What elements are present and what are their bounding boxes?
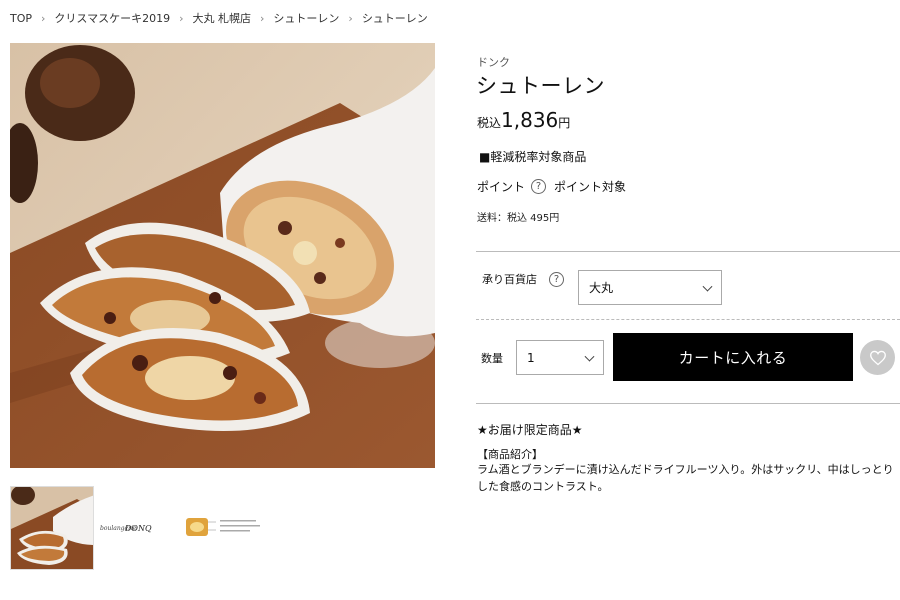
breadcrumb-separator: › <box>348 11 353 25</box>
breadcrumb-christmas-cake[interactable]: クリスマスケーキ2019 <box>54 10 170 26</box>
store-select-value: 大丸 <box>589 281 614 295</box>
favorite-button[interactable] <box>860 340 895 375</box>
breadcrumb-store[interactable]: 大丸 札幌店 <box>193 10 252 26</box>
limited-product-title: ★お届け限定商品★ <box>477 423 583 437</box>
price-tax-label: 税込 <box>477 116 502 130</box>
description-heading: 【商品紹介】 <box>477 448 543 461</box>
heart-icon <box>869 350 886 365</box>
breadcrumb-category[interactable]: シュトーレン <box>273 10 339 26</box>
product-price: 税込 1,836 円 <box>477 108 570 132</box>
divider-dashed <box>476 319 900 320</box>
shipping-fee: 送料：税込 495円 <box>477 213 560 224</box>
store-label: 承り百貨店 <box>482 273 537 286</box>
point-help-icon[interactable]: ? <box>531 179 547 194</box>
logo-donq-text: DONQ <box>124 524 152 533</box>
breadcrumb: TOP › クリスマスケーキ2019 › 大丸 札幌店 › シュトーレン › シ… <box>10 10 428 26</box>
thumbnail-photo[interactable] <box>10 486 94 570</box>
breadcrumb-separator: › <box>41 11 46 25</box>
point-value: ポイント対象 <box>554 180 627 194</box>
chevron-down-icon <box>702 281 713 292</box>
breadcrumb-separator: › <box>179 11 184 25</box>
description-body: ラム酒とブランデーに漬け込んだドライフルーツ入り。外はサックリ、中はしっとりした… <box>477 463 894 493</box>
price-amount: 1,836 <box>501 108 559 132</box>
divider <box>476 251 900 252</box>
point-label: ポイント <box>477 180 526 194</box>
product-main-image <box>10 43 435 468</box>
point-row: ポイント ? ポイント対象 <box>477 178 626 195</box>
breadcrumb-current: シュトーレン <box>361 12 428 25</box>
add-to-cart-button[interactable]: カートに入れる <box>613 333 853 381</box>
reduced-tax-note: ■軽減税率対象商品 <box>479 150 587 164</box>
quantity-select[interactable]: 1 <box>516 340 604 375</box>
divider <box>476 403 900 404</box>
product-title: シュトーレン <box>476 74 605 98</box>
store-help-icon[interactable]: ? <box>549 271 564 287</box>
breadcrumb-top[interactable]: TOP <box>10 12 32 25</box>
breadcrumb-separator: › <box>260 11 265 25</box>
thumbnail-logo-diagram[interactable]: boulangerie DONQ <box>100 486 272 570</box>
price-unit: 円 <box>558 116 571 130</box>
store-row: 承り百貨店 ? <box>482 271 572 287</box>
product-brand[interactable]: ドンク <box>477 54 510 70</box>
store-select[interactable]: 大丸 <box>578 270 722 305</box>
chevron-down-icon <box>584 351 595 362</box>
quantity-label: 数量 <box>481 352 503 365</box>
quantity-select-value: 1 <box>527 350 535 365</box>
